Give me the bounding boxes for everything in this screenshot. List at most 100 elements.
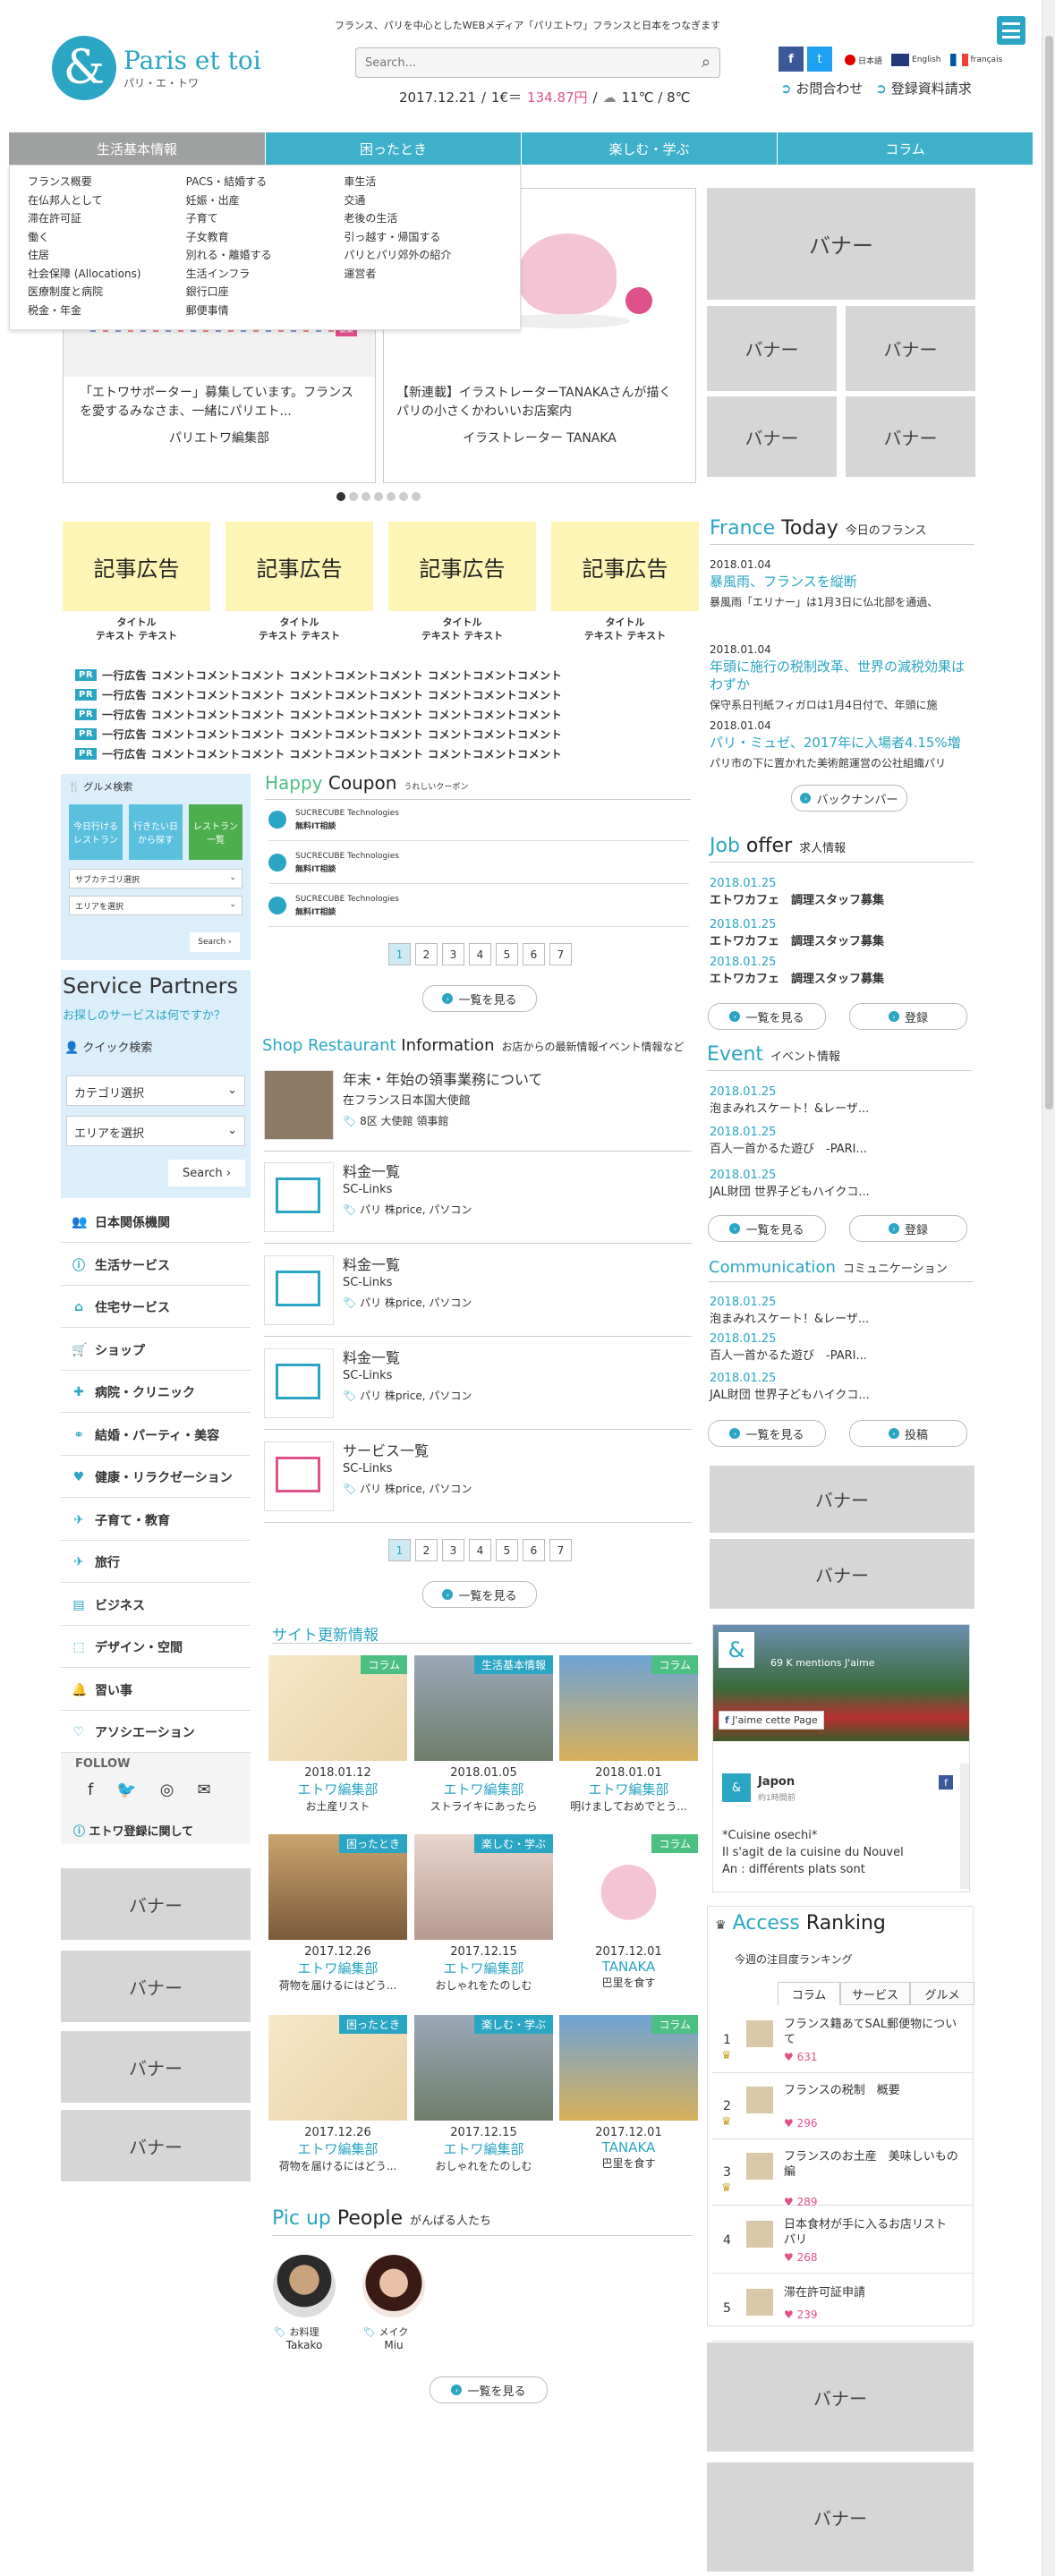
comm-item[interactable]: 2018.01.25 JAL財団 世界子どもハイクコ... [710,1372,974,1402]
update-card[interactable]: コラム 2017.12.01 TANAKA 巴里を食す [559,1834,698,1990]
slider-dot[interactable] [374,492,383,501]
menu-item[interactable]: 働く [28,228,186,247]
pr-ad-row[interactable]: PR 一行広告 コメントコメントコメント コメントコメントコメント コメントコメン… [75,727,562,742]
category-button[interactable]: ✚ 病院・クリニック [61,1373,251,1413]
area-select[interactable]: エリアを選択 ⌄ [69,896,242,915]
update-card[interactable]: 困ったとき 2017.12.26 エトワ編集部 荷物を届けるにはどう... [268,2015,407,2173]
slider-dot[interactable] [412,492,421,501]
menu-item[interactable]: 医療制度と病院 [28,283,186,302]
category-button[interactable]: 👥 日本関係機関 [61,1203,251,1243]
page-number[interactable]: 6 [523,1539,545,1561]
view-all-button[interactable]: › 一覧を見る [708,1420,826,1447]
event-item[interactable]: 2018.01.25 泡まみれスケート！&レーザ... [710,1085,974,1116]
contact-link[interactable]: ➲ お問合わせ [780,79,863,98]
category-button[interactable]: ✈ 子育て・教育 [61,1500,251,1541]
register-button[interactable]: › 登録 [849,1003,967,1030]
ranking-item[interactable]: 2 ♛ フランスの税制 概要 ♥ 296 [712,2072,974,2139]
menu-item[interactable]: 生活インフラ [186,265,345,284]
banner[interactable]: バナー [707,2342,974,2452]
partners-search-button[interactable]: Search › [168,1160,245,1186]
article-ad[interactable]: 記事広告 [388,522,536,611]
menu-item[interactable]: 引っ越す・帰国する [344,228,502,247]
page-number[interactable]: 2 [415,943,438,965]
page-scrollbar[interactable] [1042,0,1055,2576]
post-button[interactable]: › 投稿 [849,1420,967,1447]
register-button[interactable]: › 登録 [849,1215,967,1242]
menu-item[interactable]: フランス概要 [28,173,186,191]
page-number[interactable]: 7 [549,943,572,965]
gourmet-today-button[interactable]: 今日行ける レストラン [69,804,123,860]
menu-item[interactable]: 車生活 [344,173,502,191]
backnumber-button[interactable]: › バックナンバー [791,785,907,812]
ranking-item[interactable]: 3 ♛ フランスのお土産 美味しいもの編 ♥ 289 [712,2138,974,2208]
update-card[interactable]: コラム 2018.01.12 エトワ編集部 お土産リスト [268,1655,407,1814]
page-number[interactable]: 5 [496,943,518,965]
pr-ad-row[interactable]: PR 一行広告 コメントコメントコメント コメントコメントコメント コメントコメン… [75,707,562,722]
banner-large[interactable]: バナー [707,188,975,300]
ranking-tab-gourmet[interactable]: グルメ [910,1982,974,2005]
comm-item[interactable]: 2018.01.25 百人一首かるた遊び -PARI... [710,1332,974,1363]
news-item[interactable]: 2018.01.04 暴風雨、フランスを縦断 暴風雨「エリナー」は1月3日に仏北部を… [710,558,974,609]
person-card[interactable]: 🏷 お料理 Takako [268,2255,340,2351]
ranking-tab-column[interactable]: コラム [778,1982,840,2005]
menu-item[interactable]: 交通 [344,191,502,210]
service-thumbnail[interactable] [264,1441,334,1511]
page-number[interactable]: 7 [549,1539,572,1561]
service-thumbnail[interactable] [264,1162,334,1232]
menu-item[interactable]: PACS・結婚する [186,173,345,191]
category-button[interactable]: 🔔 習い事 [61,1670,251,1711]
lang-fr[interactable]: français [949,54,1002,66]
slider-dot[interactable] [362,492,370,501]
coupon-item[interactable]: SUCRECUBE Technologies 無料IT相談 [268,805,689,841]
lang-en[interactable]: English [891,54,941,66]
etowa-registration-link[interactable]: ⓘ エトワ登録に関して [73,1822,193,1839]
category-button[interactable]: ⓘ 生活サービス [61,1245,251,1286]
service-thumbnail[interactable] [264,1255,334,1325]
ranking-item[interactable]: 1 ♛ フランス籍あてSAL郵便物について ♥ 631 [712,2006,974,2073]
instagram-icon[interactable]: ◎ [160,1781,174,1799]
update-card[interactable]: 楽しむ・学ぶ 2017.12.15 エトワ編集部 おしゃれをたのしむ [414,1834,553,1993]
coupon-item[interactable]: SUCRECUBE Technologies 無料IT相談 [268,848,689,884]
slider-dot[interactable] [336,492,345,501]
shop-info-item[interactable]: 年末・年始の領事業務について 在フランス日本国大使館 🏷 8区 大使館 領事館 [343,1067,543,1128]
person-card[interactable]: 🏷 メイク Miu [358,2255,430,2351]
area-select[interactable]: エリアを選択 ⌄ [66,1116,245,1146]
update-card[interactable]: コラム 2017.12.01 TANAKA 巴里を食す [559,2015,698,2171]
menu-item[interactable]: 子育て [186,209,345,228]
page-number[interactable]: 3 [442,1539,464,1561]
shop-info-item[interactable]: サービス一覧 SC-Links 🏷 パリ 株price, パソコン [343,1439,472,1496]
menu-item[interactable]: 社会保障 (Allocations) [28,265,186,284]
menu-item[interactable]: 住居 [28,246,186,265]
coupon-item[interactable]: SUCRECUBE Technologies 無料IT相談 [268,891,689,927]
facebook-icon[interactable]: f [778,47,804,72]
view-all-button[interactable]: › 一覧を見る [430,2376,548,2403]
ranking-item[interactable]: 5 滞在許可証申請 ♥ 239 [712,2274,974,2342]
page-number[interactable]: 3 [442,943,464,965]
gourmet-list-button[interactable]: レストラン 一覧 [189,804,242,860]
banner[interactable]: バナー [707,306,837,391]
lang-ja[interactable]: 日本語 [845,55,882,66]
banner[interactable]: バナー [707,2462,974,2572]
page-number[interactable]: 4 [469,1539,491,1561]
category-button[interactable]: ⚭ 結婚・パーティ・美容 [61,1415,251,1456]
tab-column[interactable]: コラム [777,132,1033,165]
view-all-button[interactable]: › 一覧を見る [708,1003,826,1030]
category-button[interactable]: ⬚ デザイン・空間 [61,1628,251,1668]
slider-dot[interactable] [387,492,396,501]
banner[interactable]: バナー [61,2110,251,2181]
search-input[interactable] [356,48,678,77]
category-select[interactable]: カテゴリ選択 ⌄ [66,1075,245,1106]
tab-trouble[interactable]: 困ったとき [265,132,521,165]
scrollbar-thumb[interactable] [1045,36,1053,1109]
comm-item[interactable]: 2018.01.25 泡まみれスケート！&レーザ... [710,1296,974,1326]
fb-scrollbar[interactable] [960,1764,969,1889]
fb-like-button[interactable]: f J'aime cette Page [719,1711,824,1730]
event-item[interactable]: 2018.01.25 百人一首かるた遊び -PARI... [710,1126,974,1156]
page-number[interactable]: 1 [388,1539,411,1561]
banner[interactable]: バナー [707,396,837,477]
hamburger-menu-icon[interactable] [997,16,1025,45]
search-icon[interactable]: ⌕ [702,53,710,72]
category-button[interactable]: ♡ アソシエーション [61,1713,251,1753]
ranking-item[interactable]: 4 日本食材が手に入るお店リスト パリ ♥ 268 [712,2206,974,2274]
menu-item[interactable]: 運営者 [344,265,502,284]
